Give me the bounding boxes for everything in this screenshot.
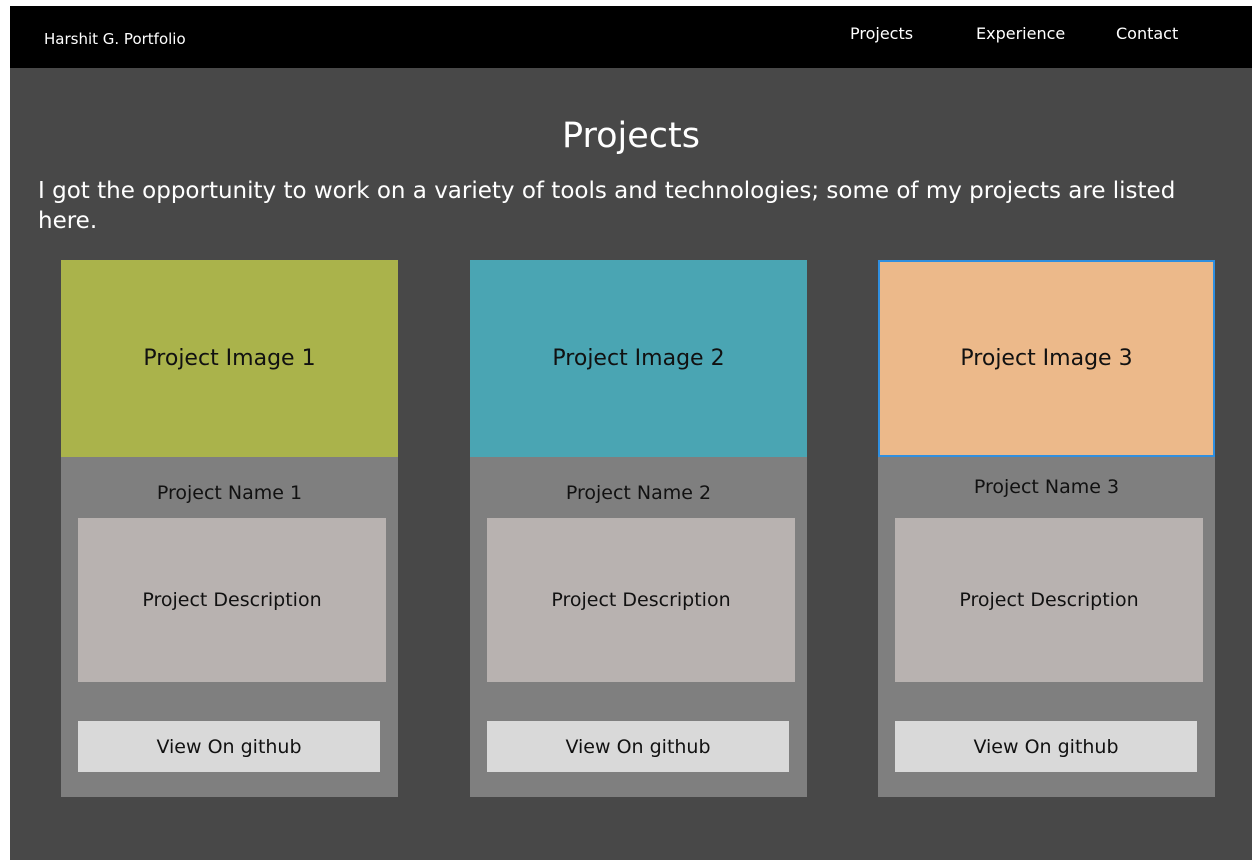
nav-link-contact[interactable]: Contact — [1116, 24, 1178, 44]
nav-link-experience[interactable]: Experience — [976, 24, 1065, 44]
top-navbar: Harshit G. Portfolio Projects Experience… — [10, 6, 1252, 68]
project-card-1: Project Image 1 Project Name 1 Project D… — [61, 260, 398, 797]
project-description: Project Description — [895, 518, 1203, 682]
project-image-1: Project Image 1 — [61, 260, 398, 457]
view-on-github-label: View On github — [156, 735, 302, 758]
project-name: Project Name 3 — [973, 476, 1120, 498]
project-name: Project Name 2 — [565, 482, 712, 504]
project-name: Project Name 1 — [156, 482, 303, 504]
page-frame: Harshit G. Portfolio Projects Experience… — [10, 6, 1252, 860]
nav-link-projects[interactable]: Projects — [850, 24, 913, 44]
project-image-label: Project Image 2 — [552, 346, 725, 371]
view-on-github-button[interactable]: View On github — [78, 721, 380, 772]
project-image-label: Project Image 1 — [143, 346, 316, 371]
view-on-github-label: View On github — [565, 735, 711, 758]
project-card-2: Project Image 2 Project Name 2 Project D… — [470, 260, 807, 797]
project-description: Project Description — [78, 518, 386, 682]
project-image-label: Project Image 3 — [960, 346, 1133, 371]
project-image-2: Project Image 2 — [470, 260, 807, 457]
view-on-github-button[interactable]: View On github — [895, 721, 1197, 772]
project-image-3: Project Image 3 — [878, 260, 1215, 457]
view-on-github-button[interactable]: View On github — [487, 721, 789, 772]
intro-text: I got the opportunity to work on a varie… — [38, 178, 1176, 234]
project-description: Project Description — [487, 518, 795, 682]
project-card-3: Project Image 3 Project Name 3 Project D… — [878, 260, 1215, 797]
page-title: Projects — [562, 116, 700, 157]
brand-name[interactable]: Harshit G. Portfolio — [44, 30, 186, 48]
project-description-text: Project Description — [959, 589, 1139, 611]
view-on-github-label: View On github — [973, 735, 1119, 758]
project-description-text: Project Description — [142, 589, 322, 611]
project-description-text: Project Description — [551, 589, 731, 611]
